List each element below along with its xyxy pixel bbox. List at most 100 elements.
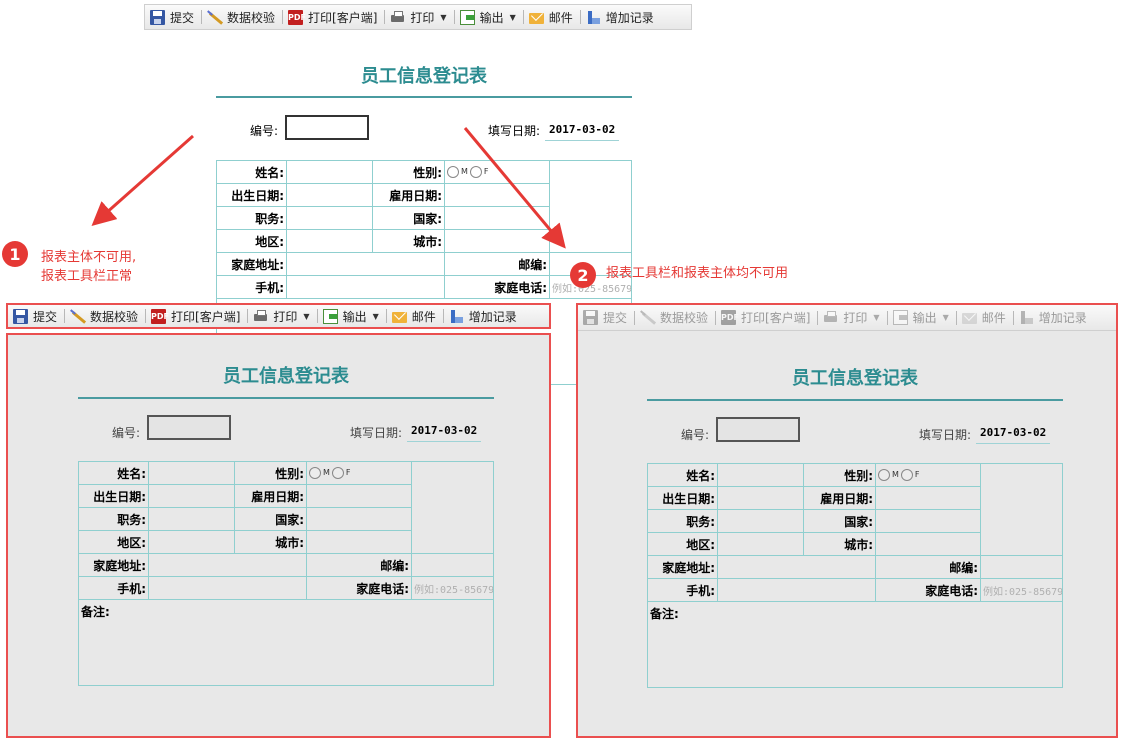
- date-label: 填写日期:: [350, 426, 403, 440]
- data-check-button: 数据校验: [637, 307, 713, 329]
- hire-date-label: 雇用日期:: [234, 484, 307, 508]
- name-field[interactable]: [286, 160, 373, 184]
- address-field[interactable]: [286, 252, 445, 276]
- toolbar-divider: [634, 310, 636, 325]
- position-field: [717, 509, 804, 533]
- name-field: [148, 461, 235, 485]
- form-title: 员工信息登记表: [792, 368, 918, 389]
- country-label: 国家:: [803, 509, 876, 533]
- chevron-down-icon: ▼: [303, 311, 310, 321]
- toolbar-divider: [453, 10, 455, 24]
- zip-field: [980, 555, 1063, 579]
- zip-label: 邮编:: [444, 252, 550, 276]
- gender-radio-m[interactable]: [447, 165, 459, 178]
- remark-label: 备注:: [650, 607, 679, 621]
- gender-label: 性别:: [803, 463, 876, 487]
- print-dropdown-button[interactable]: 打印 ▼: [387, 6, 451, 28]
- add-record-button[interactable]: 增加记录: [583, 6, 659, 28]
- gender-radio-m: [878, 468, 890, 481]
- position-label: 职务:: [647, 509, 718, 533]
- photo-cell: [549, 160, 632, 253]
- panel1-report-form: 员工信息登记表 编号: 填写日期: 2017-03-02 姓名: 性别: MF …: [78, 352, 494, 712]
- submit-button[interactable]: 提交: [10, 305, 62, 327]
- region-field[interactable]: [286, 229, 373, 253]
- mobile-label: 手机:: [647, 578, 718, 602]
- mobile-label: 手机:: [216, 275, 287, 299]
- printer-icon: [253, 309, 268, 324]
- gender-radio-f[interactable]: [469, 165, 482, 178]
- save-icon: [13, 308, 28, 324]
- pdf-print-icon: PDF: [288, 9, 306, 25]
- country-field[interactable]: [444, 206, 550, 230]
- mobile-field[interactable]: [286, 275, 445, 299]
- add-record-icon: [449, 309, 464, 324]
- home-phone-field: 例如:025-85679591: [980, 578, 1063, 602]
- submit-button[interactable]: 提交: [147, 6, 199, 28]
- home-phone-label: 家庭电话:: [444, 275, 550, 299]
- birth-date-label: 出生日期:: [78, 484, 149, 508]
- toolbar-divider: [64, 309, 66, 323]
- toolbar-divider: [442, 309, 444, 323]
- date-value: 2017-03-02: [976, 426, 1051, 444]
- position-field: [148, 507, 235, 531]
- toolbar-divider: [1012, 310, 1014, 325]
- position-field[interactable]: [286, 206, 373, 230]
- hire-date-field[interactable]: [444, 183, 550, 207]
- export-dropdown-button[interactable]: 输出 ▼: [457, 6, 521, 28]
- mail-button[interactable]: 邮件: [526, 6, 578, 28]
- client-print-button[interactable]: PDF 打印[客户端]: [285, 6, 382, 28]
- mobile-field: [148, 576, 307, 600]
- position-label: 职务:: [78, 507, 149, 531]
- chevron-down-icon: ▼: [942, 313, 949, 322]
- city-field[interactable]: [444, 229, 550, 253]
- toolbar-divider: [886, 310, 888, 325]
- employee-info-table: 姓名: 性别: MF 出生日期: 雇用日期: 职务: 国家: 地区: 城市: 家…: [647, 463, 1063, 688]
- number-label: 编号:: [681, 428, 710, 442]
- mail-button[interactable]: 邮件: [389, 305, 441, 327]
- client-print-button[interactable]: PDF 打印[客户端]: [148, 305, 245, 327]
- country-label: 国家:: [234, 507, 307, 531]
- save-icon: [583, 310, 598, 325]
- address-label: 家庭地址:: [78, 553, 149, 577]
- zip-label: 邮编:: [875, 555, 981, 579]
- chevron-down-icon: ▼: [873, 313, 880, 322]
- export-icon: [459, 9, 475, 25]
- export-icon: [892, 310, 908, 325]
- region-label: 地区:: [216, 229, 287, 253]
- title-divider: [216, 96, 632, 98]
- data-check-button[interactable]: 数据校验: [204, 6, 280, 28]
- data-check-button[interactable]: 数据校验: [67, 305, 143, 327]
- date-value: 2017-03-02: [545, 123, 620, 141]
- country-field: [875, 509, 981, 533]
- panel1-toolbar: 提交 数据校验 PDF 打印[客户端] 打印 ▼ 输出 ▼ 邮件 增加记录: [6, 303, 551, 329]
- birth-date-field: [148, 484, 235, 508]
- home-phone-label: 家庭电话:: [875, 578, 981, 602]
- toolbar-divider: [316, 309, 318, 323]
- home-phone-field: 例如:025-85679591: [411, 576, 494, 600]
- birth-date-field[interactable]: [286, 183, 373, 207]
- number-label: 编号:: [250, 124, 279, 138]
- gender-label: 性别:: [234, 461, 307, 485]
- print-dropdown-button[interactable]: 打印 ▼: [250, 305, 314, 327]
- number-input[interactable]: [285, 115, 369, 140]
- arrow-to-panel1: [91, 134, 194, 226]
- toolbar-divider: [385, 309, 387, 323]
- gender-field: MF: [444, 160, 550, 184]
- title-divider: [647, 399, 1063, 401]
- toolbar-divider: [522, 10, 524, 24]
- gender-radio-f: [900, 468, 913, 481]
- gender-field: MF: [875, 463, 981, 487]
- chevron-down-icon: ▼: [372, 311, 379, 321]
- pdf-print-icon: PDF: [151, 308, 169, 324]
- toolbar-divider: [247, 309, 249, 323]
- address-field: [148, 553, 307, 577]
- chevron-down-icon: ▼: [509, 12, 516, 22]
- employee-info-table: 姓名: 性别: MF 出生日期: 雇用日期: 职务: 国家: 地区: 城市: 家…: [78, 461, 494, 686]
- date-label: 填写日期:: [919, 428, 972, 442]
- mobile-field: [717, 578, 876, 602]
- add-record-button[interactable]: 增加记录: [446, 305, 522, 327]
- export-dropdown-button[interactable]: 输出 ▼: [320, 305, 384, 327]
- name-label: 姓名:: [78, 461, 149, 485]
- toolbar-divider: [145, 309, 147, 323]
- birth-date-label: 出生日期:: [216, 183, 287, 207]
